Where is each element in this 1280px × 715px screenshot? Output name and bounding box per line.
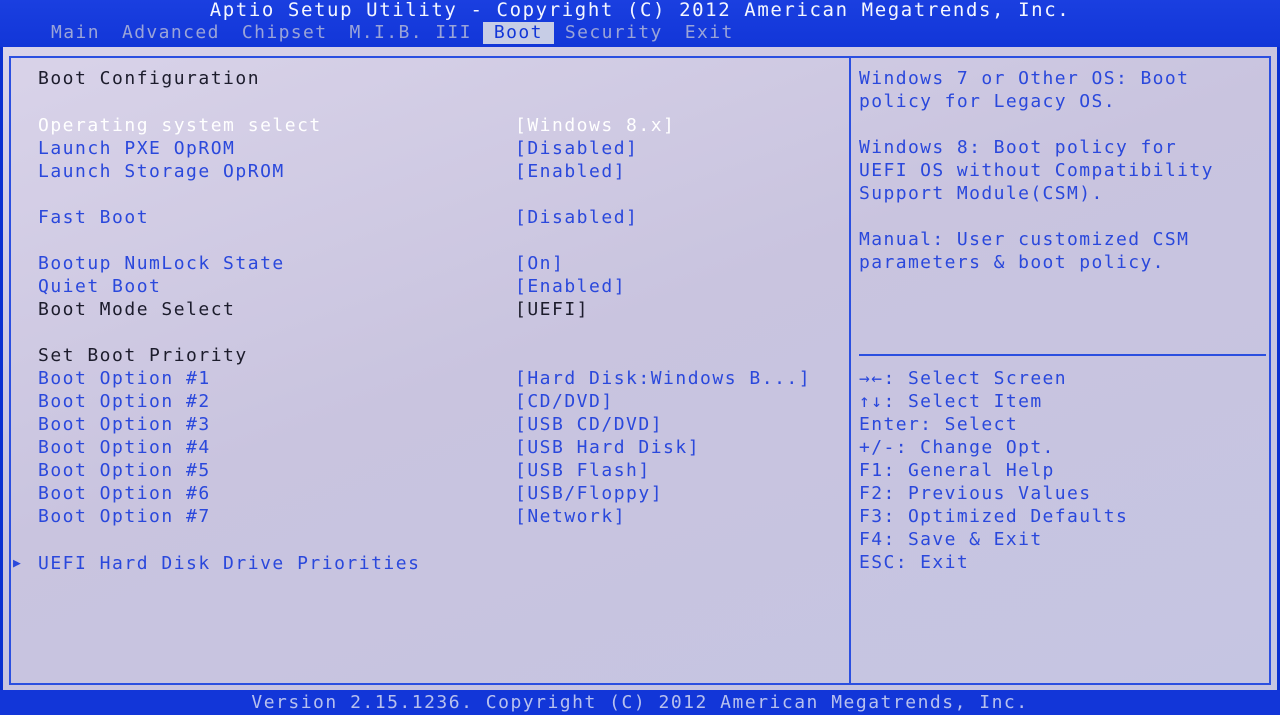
boot-option-5-label[interactable]: Boot Option #5	[38, 460, 211, 482]
key-help-change-opt: +/-: Change Opt.	[859, 437, 1055, 458]
key-help-f2: F2: Previous Values	[859, 483, 1092, 504]
tab-exit[interactable]: Exit	[674, 22, 745, 44]
os-select-label[interactable]: Operating system select	[38, 115, 322, 137]
boot-option-4-label[interactable]: Boot Option #4	[38, 437, 211, 459]
fast-boot-label[interactable]: Fast Boot	[38, 207, 149, 229]
numlock-label[interactable]: Bootup NumLock State	[38, 253, 285, 275]
tab-mib-iii[interactable]: M.I.B. III	[339, 22, 483, 44]
help-divider	[859, 354, 1266, 356]
tab-chipset[interactable]: Chipset	[231, 22, 339, 44]
boot-option-4-value[interactable]: [USB Hard Disk]	[515, 437, 700, 459]
tab-security[interactable]: Security	[554, 22, 674, 44]
boot-option-6-value[interactable]: [USB/Floppy]	[515, 483, 663, 505]
boot-option-1-label[interactable]: Boot Option #1	[38, 368, 211, 390]
key-help-select-screen: →←: Select Screen	[859, 368, 1068, 389]
help-line: policy for Legacy OS.	[859, 91, 1116, 112]
version-footer: Version 2.15.1236. Copyright (C) 2012 Am…	[251, 692, 1029, 713]
help-line: Support Module(CSM).	[859, 183, 1104, 204]
tab-boot[interactable]: Boot	[482, 22, 554, 44]
key-help-f3: F3: Optimized Defaults	[859, 506, 1129, 527]
quiet-boot-value[interactable]: [Enabled]	[515, 276, 626, 298]
help-line: UEFI OS without Compatibility	[859, 160, 1214, 181]
panel-divider	[849, 56, 851, 685]
boot-option-6-label[interactable]: Boot Option #6	[38, 483, 211, 505]
boot-option-2-label[interactable]: Boot Option #2	[38, 391, 211, 413]
app-title: Aptio Setup Utility - Copyright (C) 2012…	[209, 0, 1071, 21]
tab-main[interactable]: Main	[40, 22, 111, 44]
priority-title: Set Boot Priority	[38, 345, 248, 366]
key-help-esc: ESC: Exit	[859, 552, 970, 573]
numlock-value[interactable]: [On]	[515, 253, 564, 275]
pxe-oprom-value[interactable]: [Disabled]	[515, 138, 638, 160]
os-select-value[interactable]: [Windows 8.x]	[515, 115, 675, 137]
boot-option-3-label[interactable]: Boot Option #3	[38, 414, 211, 436]
key-help-enter: Enter: Select	[859, 414, 1019, 435]
uefi-hdd-priorities-submenu[interactable]: UEFI Hard Disk Drive Priorities	[38, 553, 420, 575]
quiet-boot-label[interactable]: Quiet Boot	[38, 276, 161, 298]
key-help-f1: F1: General Help	[859, 460, 1055, 481]
tab-advanced[interactable]: Advanced	[111, 22, 231, 44]
title-bar: Aptio Setup Utility - Copyright (C) 2012…	[0, 0, 1280, 47]
help-line: parameters & boot policy.	[859, 252, 1165, 273]
boot-option-7-value[interactable]: [Network]	[515, 506, 626, 528]
key-help-f4: F4: Save & Exit	[859, 529, 1043, 550]
boot-mode-value: [UEFI]	[515, 299, 590, 320]
boot-mode-label: Boot Mode Select	[38, 299, 236, 320]
storage-oprom-value[interactable]: [Enabled]	[515, 161, 626, 183]
status-bar: Version 2.15.1236. Copyright (C) 2012 Am…	[0, 690, 1280, 715]
settings-panel: Boot Configuration Operating system sele…	[3, 47, 1277, 690]
boot-option-1-value[interactable]: [Hard Disk:Windows B...]	[515, 368, 811, 390]
help-line: Windows 7 or Other OS: Boot	[859, 68, 1190, 89]
help-line: Windows 8: Boot policy for	[859, 137, 1178, 158]
boot-option-3-value[interactable]: [USB CD/DVD]	[515, 414, 663, 436]
boot-option-2-value[interactable]: [CD/DVD]	[515, 391, 614, 413]
section-title: Boot Configuration	[38, 68, 261, 89]
boot-option-7-label[interactable]: Boot Option #7	[38, 506, 211, 528]
right-triangle-icon: ▶	[13, 556, 21, 571]
key-help-select-item: ↑↓: Select Item	[859, 391, 1043, 412]
storage-oprom-label[interactable]: Launch Storage OpROM	[38, 161, 285, 183]
help-line: Manual: User customized CSM	[859, 229, 1190, 250]
boot-option-5-value[interactable]: [USB Flash]	[515, 460, 651, 482]
fast-boot-value[interactable]: [Disabled]	[515, 207, 638, 229]
menu-tabs: Main Advanced Chipset M.I.B. III Boot Se…	[40, 22, 745, 44]
pxe-oprom-label[interactable]: Launch PXE OpROM	[38, 138, 235, 160]
